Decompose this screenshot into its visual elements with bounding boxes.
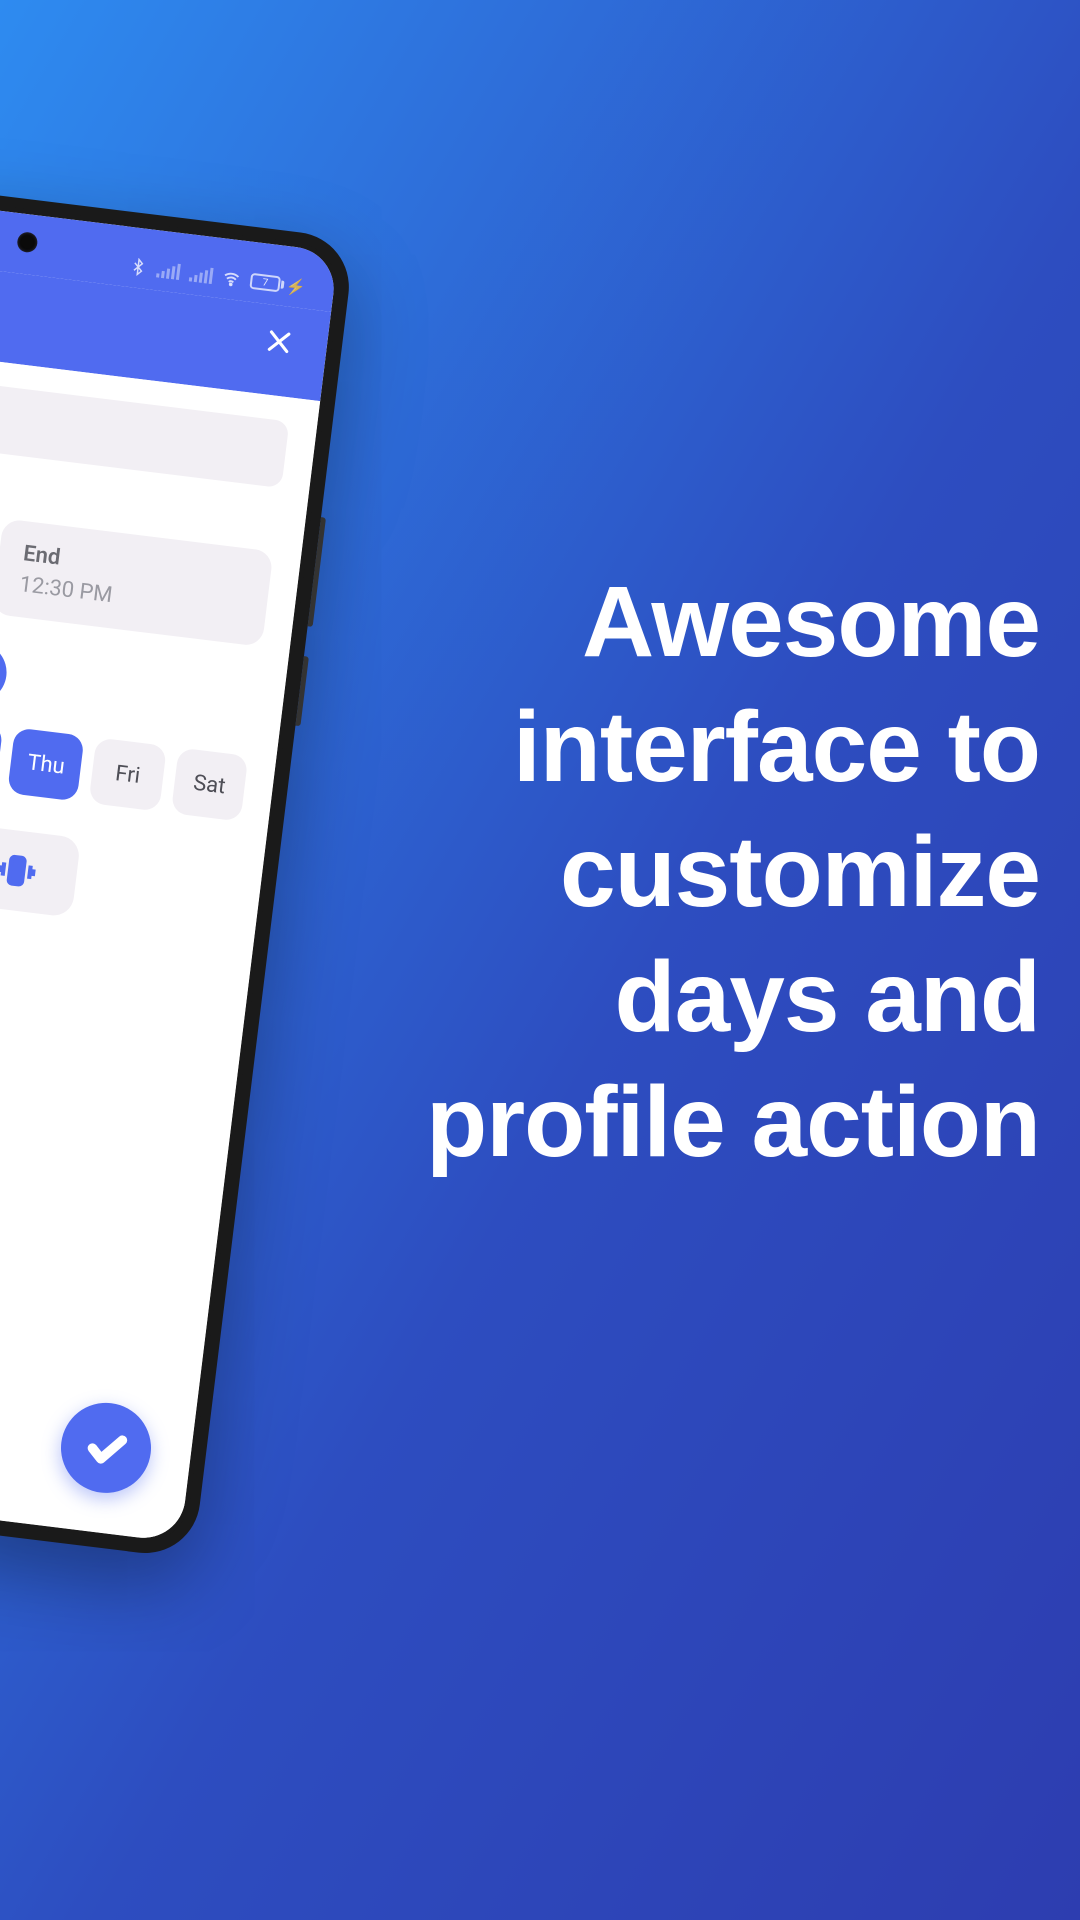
day-wed[interactable]: Wed — [0, 717, 3, 791]
signal-icon-2 — [189, 265, 214, 284]
close-button[interactable] — [259, 322, 299, 362]
day-fri[interactable]: Fri — [89, 737, 167, 811]
signal-icon — [156, 261, 181, 280]
form-content: Period Start 10:30 AM End 12:30 PM Every… — [0, 326, 320, 1543]
end-time-picker[interactable]: End 12:30 PM — [0, 518, 273, 646]
preset-custom[interactable]: Custom — [0, 629, 10, 706]
bluetooth-icon — [128, 257, 148, 277]
wifi-icon — [222, 268, 242, 288]
action-vibrate[interactable] — [0, 824, 81, 918]
marketing-headline: Awesome interface to customize days and … — [340, 560, 1040, 1185]
phone-side-button — [295, 656, 308, 726]
phone-mockup: 41 KB/s — [0, 160, 355, 1559]
day-thu[interactable]: Thu — [7, 727, 85, 801]
day-sat[interactable]: Sat — [171, 747, 249, 821]
phone-side-button — [308, 517, 326, 627]
battery-indicator: 7 ⚡ — [249, 271, 307, 297]
